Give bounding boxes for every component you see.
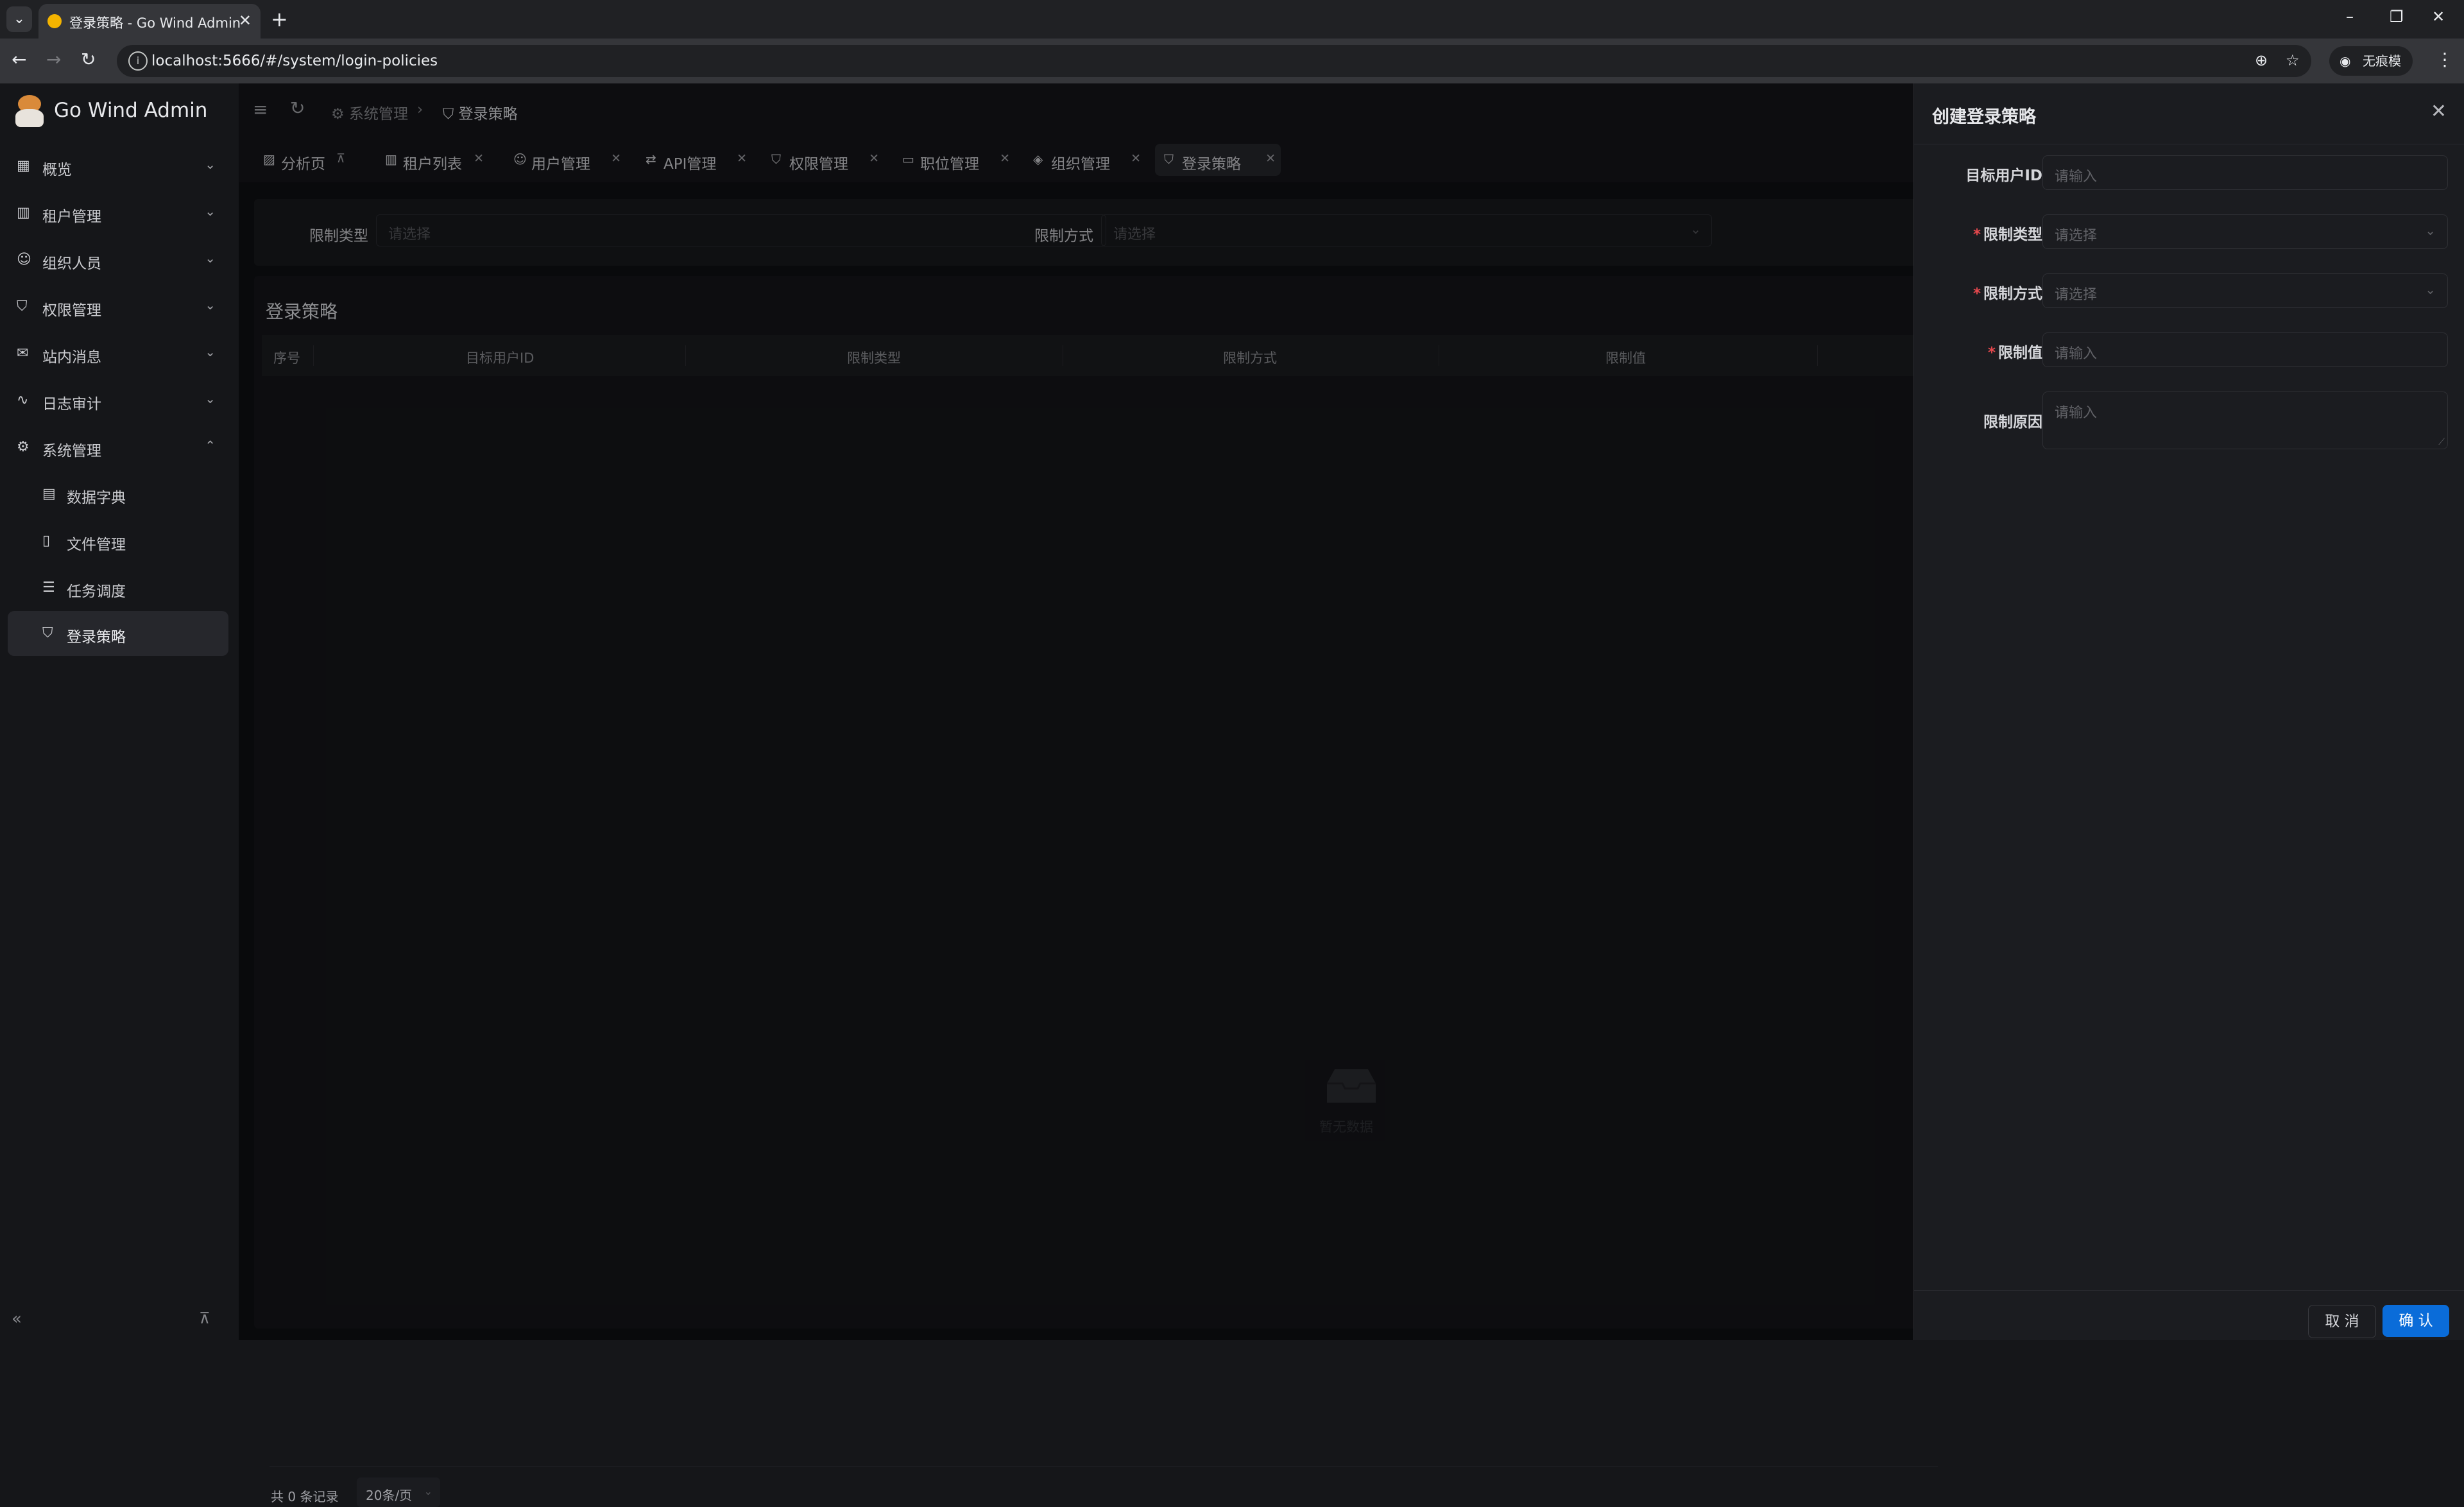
confirm-button[interactable]: 确 认 — [2383, 1305, 2449, 1337]
select-placeholder: 请选择 — [2055, 228, 2098, 244]
sidebar-item-label: 权限管理 — [42, 302, 101, 319]
pin-icon[interactable]: ⊼ — [199, 1309, 210, 1327]
chevron-down-icon: ⌄ — [205, 297, 216, 313]
activity-icon: ∿ — [17, 392, 29, 408]
browser-tab-title: 登录策略 - Go Wind Admin — [69, 15, 241, 31]
chevron-down-icon: ⌄ — [2425, 223, 2436, 238]
page-size-select[interactable]: 20条/页 ⌄ — [357, 1477, 440, 1507]
chevron-down-icon: ⌄ — [205, 344, 216, 359]
list-icon: ☰ — [42, 580, 55, 596]
shield-icon: ⛉ — [17, 298, 28, 314]
chevron-down-icon: ⌄ — [424, 1485, 432, 1497]
limit-reason-textarea[interactable]: 请输入 ⟋ — [2042, 392, 2448, 449]
bookmark-star-icon[interactable]: ☆ — [2286, 51, 2300, 69]
dashboard-icon: ▦ — [17, 158, 30, 174]
incognito-icon: ◉ — [2340, 53, 2351, 69]
browser-tab[interactable]: 登录策略 - Go Wind Admin ✕ — [38, 4, 261, 39]
minimize-icon[interactable]: – — [2346, 8, 2354, 26]
file-icon: ▯ — [42, 533, 51, 549]
textarea-placeholder: 请输入 — [2055, 405, 2098, 421]
app-logo — [15, 95, 44, 127]
book-icon: ▤ — [42, 486, 56, 502]
sidebar-item-tenant[interactable]: ▥ 租户管理 ⌄ — [8, 191, 228, 236]
sidebar-item-label: 日志审计 — [42, 396, 101, 413]
site-info-icon[interactable]: i — [128, 51, 148, 71]
zoom-icon[interactable]: ⊕ — [2255, 51, 2268, 69]
building-icon: ▥ — [17, 205, 30, 221]
chevron-down-icon: ⌄ — [205, 250, 216, 266]
restore-icon[interactable]: ❐ — [2390, 8, 2404, 26]
resize-handle-icon[interactable]: ⟋ — [2438, 437, 2445, 447]
total-count: 共 0 条记录 — [271, 1489, 339, 1504]
browser-tabbar: ⌄ 登录策略 - Go Wind Admin ✕ + – ❐ ✕ — [0, 0, 2464, 39]
sidebar-item-dictionary[interactable]: ▤ 数据字典 — [8, 472, 228, 517]
limit-value-input[interactable]: 请输入 — [2042, 332, 2448, 367]
create-policy-drawer: 创建登录策略 ✕ 目标用户ID 请输入 * 限制类型 请选择 ⌄ * 限制方式 请选… — [1913, 83, 2464, 1340]
limit-method-label: * 限制方式 — [1972, 286, 2042, 302]
limit-type-label: * 限制类型 — [1972, 227, 2042, 243]
target-user-id-label: 目标用户ID — [1965, 168, 2042, 184]
url-text: localhost:5666/#/system/login-policies — [151, 53, 438, 69]
shield-check-icon: ⛉ — [42, 625, 53, 641]
chevron-up-icon: ⌃ — [205, 438, 216, 453]
page-size-value: 20条/页 — [366, 1488, 413, 1503]
chevron-down-icon: ⌄ — [205, 203, 216, 219]
limit-reason-label: 限制原因 — [1983, 414, 2042, 431]
select-placeholder: 请选择 — [2055, 287, 2098, 303]
chevron-down-icon: ⌄ — [205, 391, 216, 406]
address-bar[interactable]: i localhost:5666/#/system/login-policies… — [117, 45, 2311, 77]
new-tab-button[interactable]: + — [271, 6, 288, 32]
sidebar-item-org-users[interactable]: ☺ 组织人员 ⌄ — [8, 237, 228, 282]
chevron-down-icon: ⌄ — [2425, 282, 2436, 297]
sidebar-item-label: 站内消息 — [42, 349, 101, 366]
input-placeholder: 请输入 — [2055, 346, 2098, 362]
sidebar-item-overview[interactable]: ▦ 概览 ⌄ — [8, 144, 228, 189]
app-title: Go Wind Admin — [54, 99, 208, 122]
browser-toolbar: ← → ↻ i localhost:5666/#/system/login-po… — [0, 39, 2464, 98]
sidebar-item-label: 系统管理 — [42, 443, 101, 460]
browser-menu-icon[interactable]: ⋮ — [2436, 49, 2454, 70]
sidebar-item-login-policies[interactable]: ⛉ 登录策略 — [8, 611, 228, 656]
cancel-button[interactable]: 取 消 — [2308, 1305, 2376, 1338]
incognito-badge[interactable]: ◉ 无痕模式 — [2329, 46, 2413, 98]
tab-search-button[interactable]: ⌄ — [6, 6, 32, 32]
chevron-down-icon: ⌄ — [205, 157, 216, 172]
sidebar-item-messages[interactable]: ✉ 站内消息 ⌄ — [8, 331, 228, 376]
sidebar-item-permissions[interactable]: ⛉ 权限管理 ⌄ — [8, 284, 228, 329]
close-icon[interactable]: ✕ — [2431, 100, 2447, 123]
drawer-footer: 取 消 确 认 — [1914, 1290, 2464, 1341]
sidebar-item-files[interactable]: ▯ 文件管理 — [8, 519, 228, 564]
sidebar-item-label: 文件管理 — [67, 537, 126, 553]
sidebar-item-label: 数据字典 — [67, 490, 126, 506]
drawer-title: 创建登录策略 — [1932, 107, 2036, 127]
sidebar-item-label: 租户管理 — [42, 209, 101, 225]
users-icon: ☺ — [17, 252, 31, 268]
collapse-sidebar-icon[interactable]: « — [12, 1309, 22, 1329]
mail-icon: ✉ — [17, 345, 29, 361]
sidebar-item-label: 概览 — [42, 162, 72, 178]
input-placeholder: 请输入 — [2055, 169, 2098, 185]
sidebar-item-label: 任务调度 — [67, 583, 126, 600]
target-user-id-input[interactable]: 请输入 — [2042, 155, 2448, 190]
sidebar-item-tasks[interactable]: ☰ 任务调度 — [8, 565, 228, 610]
limit-method-select[interactable]: 请选择 ⌄ — [2042, 273, 2448, 308]
limit-type-select[interactable]: 请选择 ⌄ — [2042, 214, 2448, 249]
sidebar-item-label: 组织人员 — [42, 255, 101, 272]
modal-mask[interactable] — [239, 83, 1913, 1340]
reload-icon[interactable]: ↻ — [81, 49, 96, 70]
favicon-icon — [47, 14, 62, 28]
sidebar-item-label: 登录策略 — [67, 629, 126, 646]
close-tab-icon[interactable]: ✕ — [239, 12, 252, 30]
drawer-header: 创建登录策略 ✕ — [1914, 83, 2464, 144]
forward-icon[interactable]: → — [46, 49, 61, 70]
sidebar-item-system[interactable]: ⚙ 系统管理 ⌃ — [8, 425, 228, 470]
back-icon[interactable]: ← — [12, 49, 26, 70]
close-window-icon[interactable]: ✕ — [2432, 8, 2445, 26]
limit-value-label: * 限制值 — [1987, 345, 2042, 361]
sidebar: Go Wind Admin ▦ 概览 ⌄ ▥ 租户管理 ⌄ ☺ 组织人员 ⌄ ⛉… — [0, 83, 239, 1340]
sidebar-item-audit-log[interactable]: ∿ 日志审计 ⌄ — [8, 378, 228, 423]
gear-icon: ⚙ — [17, 439, 30, 455]
